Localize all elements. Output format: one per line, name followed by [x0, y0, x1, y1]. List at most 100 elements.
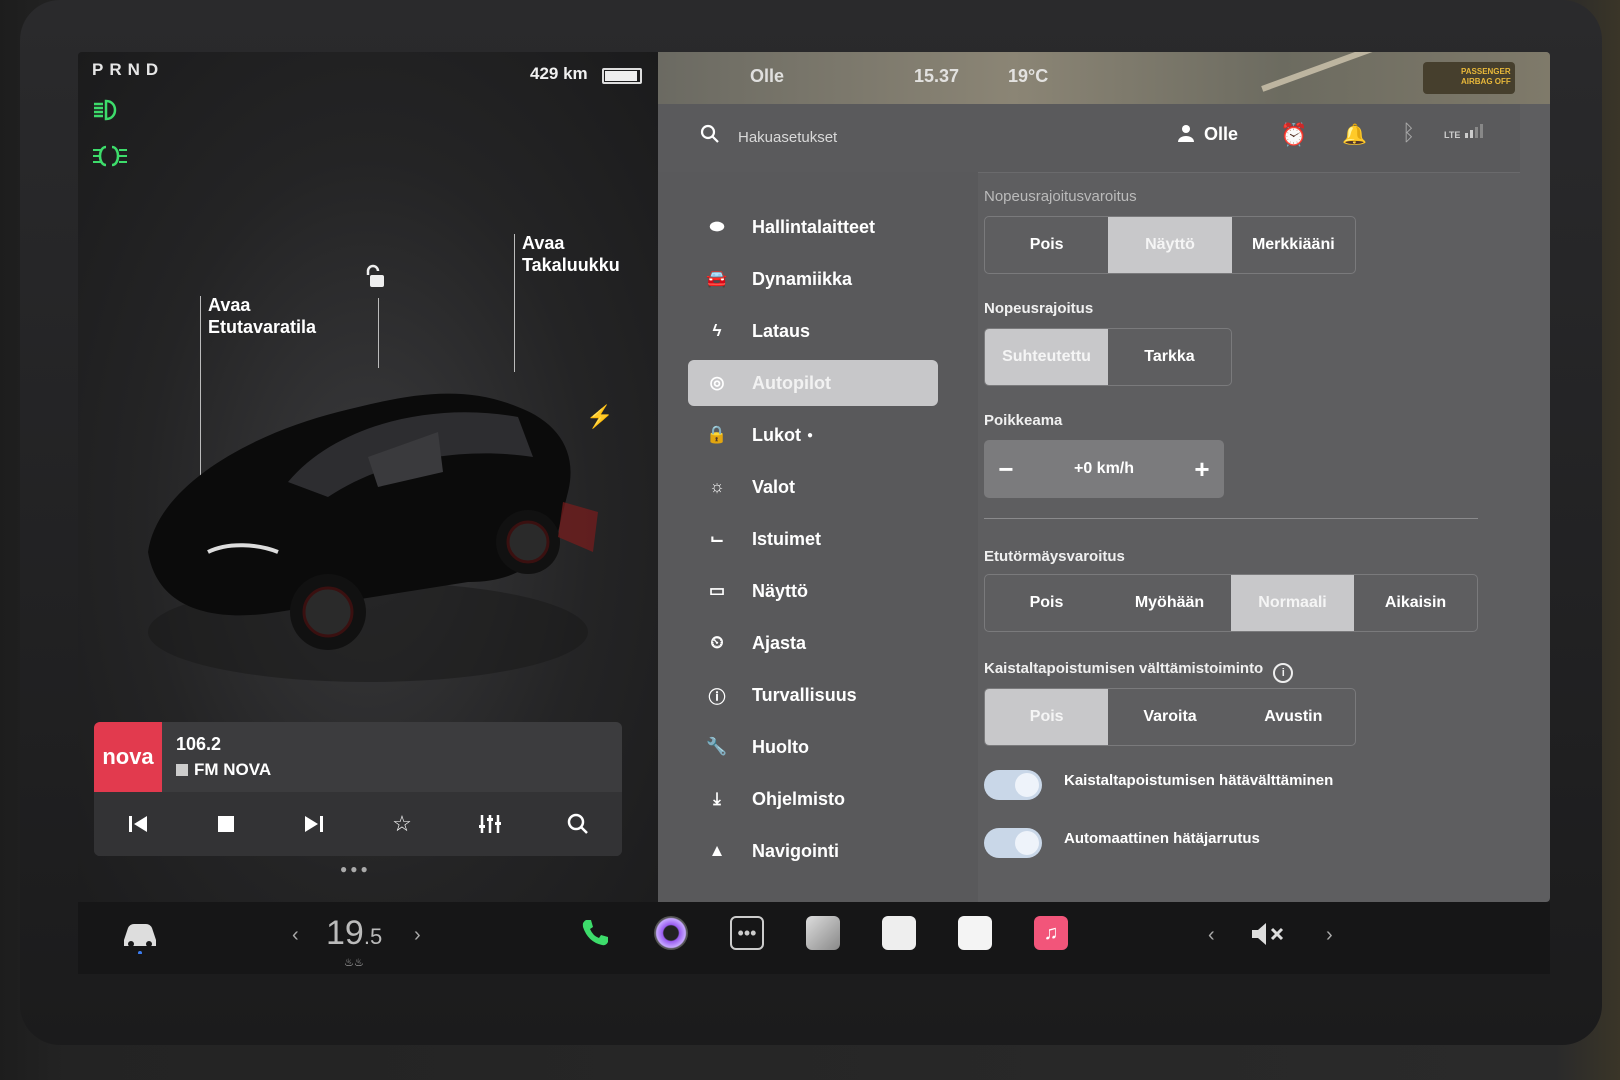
settings-search-input[interactable] [736, 124, 1040, 150]
collision-warning-medium[interactable]: Normaali [1231, 575, 1354, 631]
sidebar-item-locks[interactable]: 🔒 Lukot ● [688, 412, 938, 458]
settings-header: Olle ⏰ 🔔 ᛒ LTE [658, 104, 1520, 173]
settings-sidebar: ⬬ Hallintalaitteet 🚘 Dynamiikka ϟ Lataus ◎ A… [658, 172, 978, 902]
lte-signal-icon: LTE [1444, 124, 1483, 140]
lane-departure-label: Kaistaltapoistumisen välttämistoiminto i [984, 660, 1294, 683]
offset-stepper: − +0 km/h + [984, 440, 1224, 498]
collision-warning-label: Etutörmäysvaroitus [984, 548, 1125, 565]
equalizer-icon[interactable] [475, 809, 505, 839]
volume-down-icon[interactable]: ‹ [1208, 924, 1215, 947]
lane-departure-selector: Pois Varoita Avustin [984, 688, 1356, 746]
speed-limit-selector: Suhteutettu Tarkka [984, 328, 1232, 386]
favorite-star-icon[interactable]: ☆ [387, 809, 417, 839]
autopilot-settings: Nopeusrajoitusvaroitus Pois Näyttö Merkk… [978, 172, 1520, 902]
temp-decrease-icon[interactable]: ‹ [292, 924, 299, 947]
camera-icon[interactable] [654, 916, 688, 950]
sidebar-item-seats[interactable]: ⌙ Istuimet [688, 516, 938, 562]
volume-up-icon[interactable]: › [1326, 924, 1333, 947]
auto-brake-label: Automaattinen hätäjarrutus [1064, 830, 1260, 847]
car-icon: 🚘 [706, 269, 728, 288]
speed-warning-chime[interactable]: Merkkiääni [1232, 217, 1355, 273]
sidebar-item-schedule[interactable]: ⏲ Ajasta [688, 620, 938, 666]
sidebar-item-display[interactable]: ▭ Näyttö [688, 568, 938, 614]
speed-warning-display[interactable]: Näyttö [1108, 217, 1232, 273]
mute-icon[interactable] [1250, 920, 1286, 955]
media-search-icon[interactable] [563, 809, 593, 839]
sidebar-item-charging[interactable]: ϟ Lataus [688, 308, 938, 354]
clock-icon: ⏲ [710, 633, 724, 652]
sidebar-item-software[interactable]: ⤓ Ohjelmisto [688, 776, 938, 822]
toggle-icon: ⬬ [709, 217, 725, 236]
taskbar: ‹ 19.5 › ♨♨ ••• ♫ ‹ › [78, 902, 1550, 974]
sidebar-item-navigation[interactable]: ▲ Navigointi [688, 828, 938, 874]
notification-bell-icon[interactable]: 🔔 [1342, 122, 1367, 147]
calendar-icon[interactable] [882, 916, 916, 950]
sidebar-item-autopilot[interactable]: ◎ Autopilot [688, 360, 938, 406]
notes-icon[interactable] [958, 916, 992, 950]
sidebar-item-lights[interactable]: ☼ Valot [688, 464, 938, 510]
sidebar-item-dynamics[interactable]: 🚘 Dynamiikka [688, 256, 938, 302]
section-divider [984, 518, 1478, 519]
lock-icon: 🔒 [706, 425, 728, 444]
offset-label: Poikkeama [984, 412, 1063, 429]
map-road [1261, 52, 1395, 92]
headlight-icon [92, 98, 126, 122]
unlock-icon[interactable] [364, 264, 386, 288]
open-frunk-button[interactable]: Avaa Etutavaratila [208, 294, 316, 338]
sidebar-item-controls[interactable]: ⬬ Hallintalaitteet [688, 204, 938, 250]
bluetooth-icon[interactable]: ᛒ [1402, 120, 1415, 146]
map-user-name: Olle [750, 66, 785, 86]
collision-warning-late[interactable]: Myöhään [1108, 575, 1231, 631]
speed-limit-relative[interactable]: Suhteutettu [985, 329, 1108, 385]
info-icon[interactable]: i [1273, 663, 1294, 683]
offset-value: +0 km/h [1073, 460, 1135, 477]
sidebar-item-safety[interactable]: ⓘ Turvallisuus [688, 672, 938, 718]
seat-heater-icon[interactable]: ♨♨ [344, 956, 364, 969]
alert-icon: ⓘ [708, 687, 726, 707]
phone-icon[interactable] [578, 916, 612, 950]
speed-warning-off[interactable]: Pois [985, 217, 1108, 273]
offset-increase-button[interactable]: + [1180, 454, 1224, 485]
radio-station-name: FM NOVA [176, 760, 271, 780]
radio-station-logo: nova [94, 722, 162, 792]
auto-brake-toggle[interactable] [984, 828, 1042, 858]
collision-warning-selector: Pois Myöhään Normaali Aikaisin [984, 574, 1478, 632]
map-strip[interactable]: Olle 15.37 19°C PASSENGER AIRBAG OFF [658, 52, 1550, 104]
range-readout: 429 km [530, 64, 588, 83]
map-temperature: 19°C [1008, 66, 1049, 86]
map-clock: 15.37 [914, 66, 960, 86]
temp-increase-icon[interactable]: › [414, 924, 421, 947]
toybox-icon[interactable] [806, 916, 840, 950]
previous-track-icon[interactable] [123, 809, 153, 839]
more-apps-icon[interactable]: ••• [730, 916, 764, 950]
lane-departure-warn[interactable]: Varoita [1108, 689, 1231, 745]
speed-warning-label: Nopeusrajoitusvaroitus [984, 188, 1137, 205]
collision-warning-off[interactable]: Pois [985, 575, 1108, 631]
speed-warning-selector: Pois Näyttö Merkkiääni [984, 216, 1356, 274]
media-controls: ☆ [94, 792, 622, 856]
car-image [148, 393, 598, 682]
car-visualization-panel: PRND 429 km Avaa Etutavaratila Avaa Taka… [78, 52, 658, 902]
driver-profile-button[interactable]: Olle [1178, 124, 1238, 145]
speed-limit-fixed[interactable]: Tarkka [1108, 329, 1231, 385]
open-trunk-button[interactable]: Avaa Takaluukku [522, 232, 620, 276]
car-menu-icon[interactable] [120, 918, 160, 961]
music-icon[interactable]: ♫ [1034, 916, 1068, 950]
passenger-airbag-indicator: PASSENGER AIRBAG OFF [1423, 62, 1515, 94]
next-track-icon[interactable] [299, 809, 329, 839]
offset-decrease-button[interactable]: − [984, 454, 1028, 485]
trunk-callout-line [514, 234, 515, 372]
search-icon [700, 124, 720, 144]
locks-badge: ● [807, 429, 814, 441]
sidebar-item-service[interactable]: 🔧 Huolto [688, 724, 938, 770]
battery-icon [602, 68, 642, 84]
collision-warning-early[interactable]: Aikaisin [1354, 575, 1477, 631]
cabin-temperature[interactable]: 19.5 [326, 914, 382, 953]
lane-departure-assist[interactable]: Avustin [1232, 689, 1355, 745]
alarm-clock-icon[interactable]: ⏰ [1280, 122, 1307, 148]
wrench-icon: 🔧 [706, 737, 728, 756]
emergency-lane-toggle[interactable] [984, 770, 1042, 800]
steering-wheel-icon: ◎ [709, 373, 725, 392]
stop-icon[interactable] [211, 809, 241, 839]
lane-departure-off[interactable]: Pois [985, 689, 1109, 745]
